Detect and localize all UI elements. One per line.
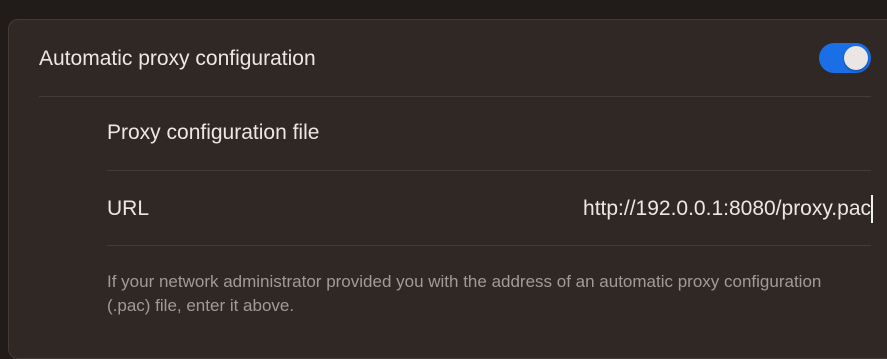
proxy-settings-panel: Automatic proxy configuration Proxy conf… <box>8 19 887 359</box>
text-caret <box>871 195 873 223</box>
divider <box>107 245 871 246</box>
proxy-config-file-label: Proxy configuration file <box>107 121 320 144</box>
divider <box>39 96 871 97</box>
auto-proxy-label: Automatic proxy configuration <box>39 47 316 70</box>
url-label: URL <box>107 197 150 220</box>
help-text: If your network administrator provided y… <box>107 272 822 315</box>
url-input[interactable] <box>439 192 871 226</box>
auto-proxy-toggle[interactable] <box>819 43 871 73</box>
auto-proxy-row: Automatic proxy configuration <box>9 20 887 96</box>
toggle-knob <box>844 46 868 70</box>
divider <box>107 170 871 171</box>
